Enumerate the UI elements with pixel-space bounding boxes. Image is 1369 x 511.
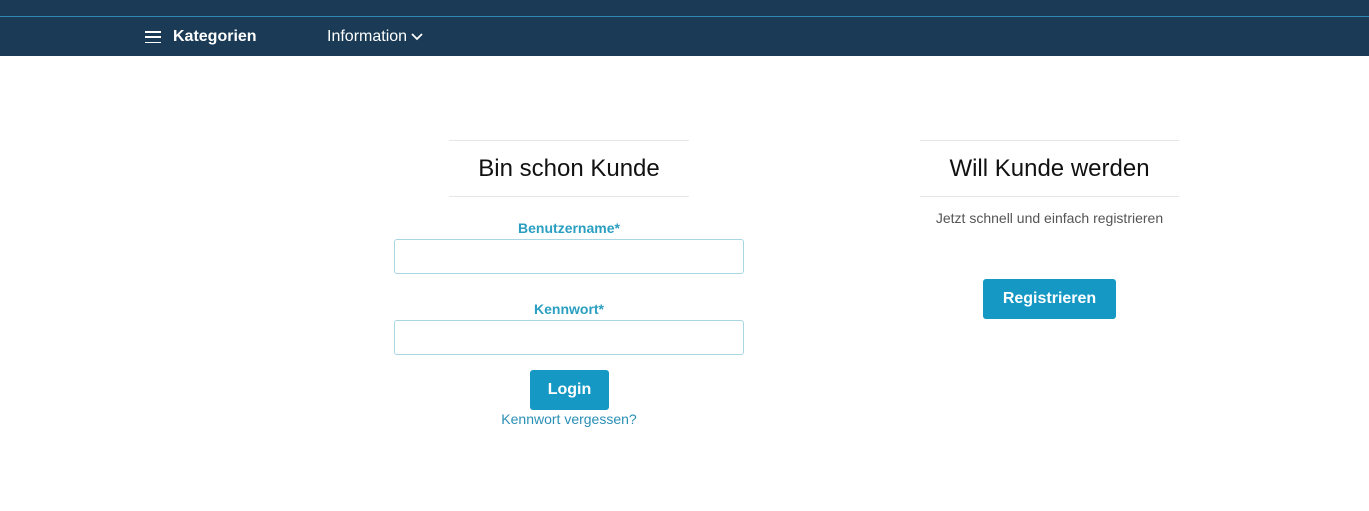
login-section-title: Bin schon Kunde	[449, 140, 689, 197]
nav-categories-label: Kategorien	[173, 28, 257, 45]
nav-information-label: Information	[327, 28, 408, 45]
register-section-title: Will Kunde werden	[920, 140, 1179, 197]
username-label: Benutzername*	[518, 220, 620, 236]
password-input[interactable]	[394, 320, 744, 355]
login-button[interactable]: Login	[530, 370, 609, 410]
password-label: Kennwort*	[534, 301, 604, 317]
top-divider-line	[0, 16, 1369, 17]
forgot-password-link[interactable]: Kennwort vergessen?	[394, 411, 744, 427]
register-description: Jetzt schnell und einfach registrieren	[935, 210, 1164, 226]
hamburger-menu-icon	[145, 31, 161, 43]
top-navigation-bar: Kategorien Information	[0, 0, 1369, 56]
register-button[interactable]: Registrieren	[983, 279, 1116, 319]
chevron-down-icon	[411, 33, 423, 41]
username-input[interactable]	[394, 239, 744, 274]
nav-information-dropdown[interactable]: Information	[327, 26, 424, 48]
nav-categories-button[interactable]: Kategorien	[145, 26, 257, 48]
